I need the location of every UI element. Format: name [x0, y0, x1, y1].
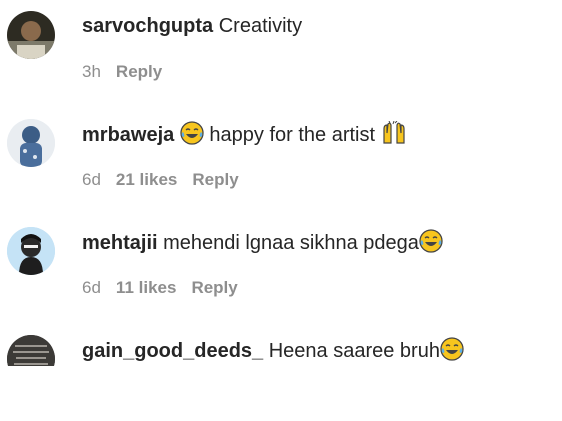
comment-time: 6d	[82, 278, 101, 297]
face-with-tears-of-joy-icon	[419, 229, 443, 260]
comments-list: sarvochgupta Creativity 3h Reply mrbaweja	[0, 0, 562, 366]
comment-time: 3h	[82, 62, 101, 81]
likes-count[interactable]: 21 likes	[116, 170, 177, 189]
comment-item: gain_good_deeds_ Heena saaree bruh	[0, 324, 562, 366]
avatar[interactable]	[7, 11, 55, 59]
comment-line: mehtajii mehendi lgnaa sikhna pdega	[82, 229, 443, 260]
avatar[interactable]	[7, 227, 55, 275]
reply-button[interactable]: Reply	[116, 62, 162, 81]
comment-text: mehendi lgnaa sikhna pdega	[163, 232, 419, 254]
reply-button[interactable]: Reply	[191, 278, 237, 297]
comment-line: mrbaweja happy for the artist	[82, 120, 407, 152]
comment-meta: 3h Reply	[82, 61, 177, 83]
comment-username[interactable]: sarvochgupta	[82, 15, 213, 37]
comment-line: gain_good_deeds_ Heena saaree bruh	[82, 337, 464, 366]
comment-item: mrbaweja happy for the artist 6d 21 like…	[0, 108, 562, 216]
face-with-tears-of-joy-icon	[440, 337, 464, 366]
comment-text: happy for the artist	[209, 124, 376, 146]
comment-username[interactable]: mehtajii	[82, 232, 158, 254]
comment-meta: 6d 11 likes Reply	[82, 277, 253, 299]
raising-hands-icon	[381, 120, 407, 152]
comment-text: Creativity	[218, 15, 303, 37]
comment-item: mehtajii mehendi lgnaa sikhna pdega 6d 11…	[0, 216, 562, 324]
comment-time: 6d	[82, 170, 101, 189]
comment-line: sarvochgupta Creativity	[82, 13, 302, 39]
comment-item: sarvochgupta Creativity 3h Reply	[0, 0, 562, 108]
reply-button[interactable]: Reply	[192, 170, 238, 189]
comment-meta: 6d 21 likes Reply	[82, 169, 254, 191]
likes-count[interactable]: 11 likes	[116, 278, 177, 297]
avatar[interactable]	[7, 119, 55, 167]
comment-username[interactable]: mrbaweja	[82, 124, 174, 146]
comment-username[interactable]: gain_good_deeds_	[82, 340, 263, 362]
comment-text: Heena saaree bruh	[268, 340, 440, 362]
avatar[interactable]	[7, 335, 55, 366]
face-with-tears-of-joy-icon	[180, 121, 204, 152]
